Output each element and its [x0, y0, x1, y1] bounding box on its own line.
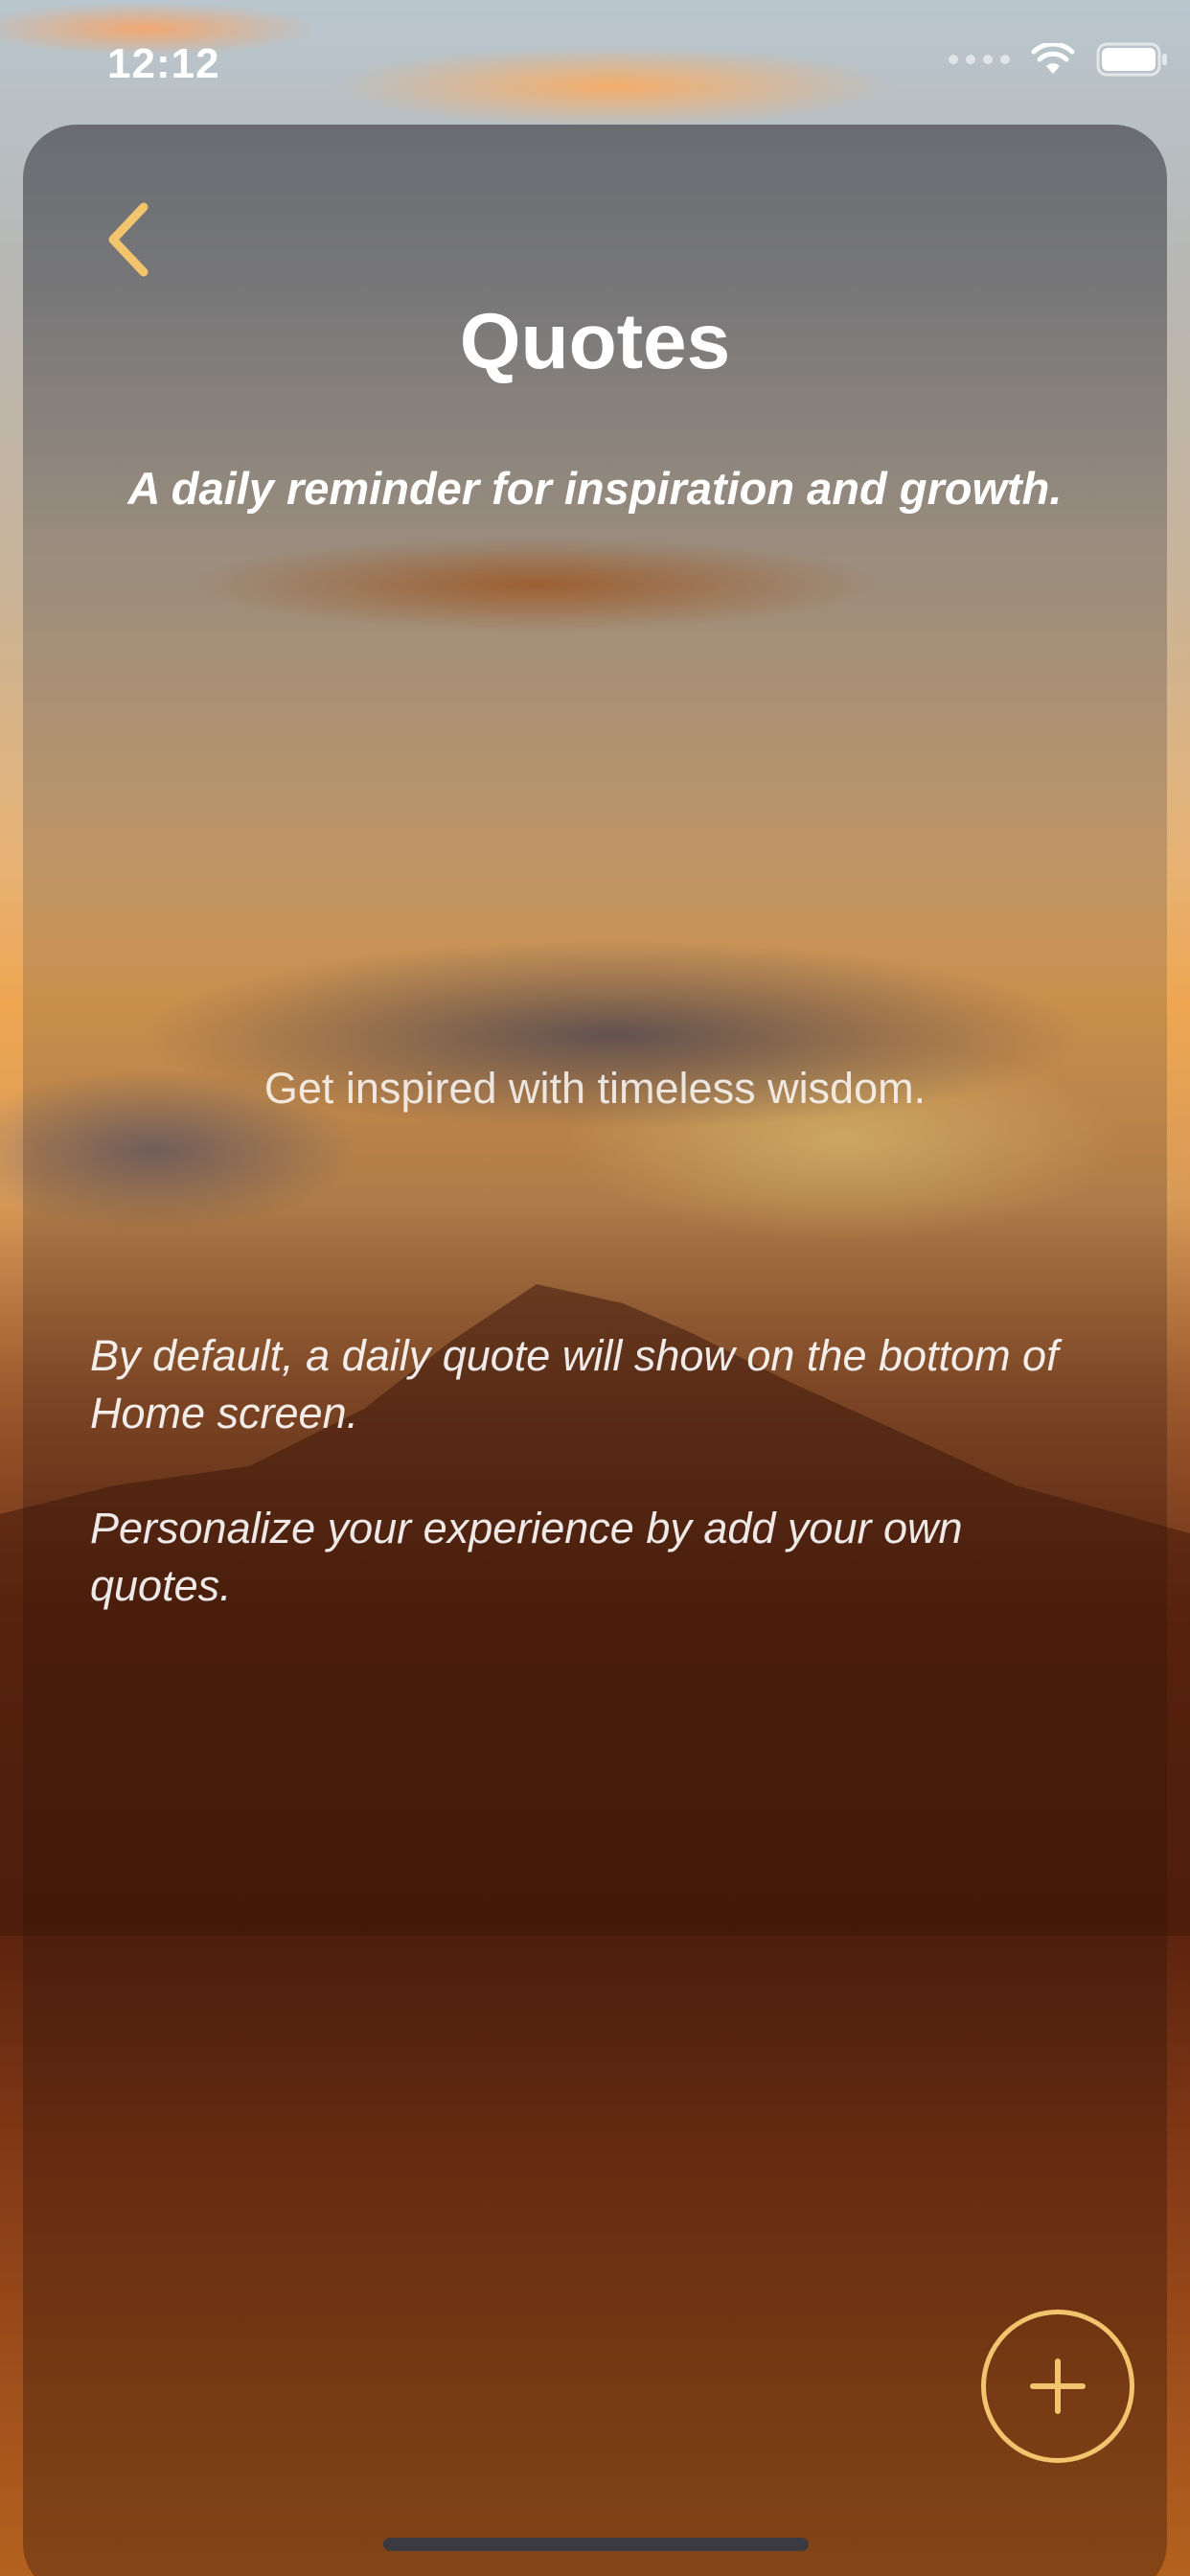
info-text-default: By default, a daily quote will show on t… — [90, 1331, 1059, 1438]
home-indicator — [383, 2538, 809, 2551]
status-icons — [949, 42, 1169, 77]
page-title: Quotes — [459, 298, 731, 385]
plus-icon — [1030, 2358, 1086, 2414]
tagline: Get inspired with timeless wisdom. — [263, 1064, 927, 1113]
quotes-sheet: Quotes A daily reminder for inspiration … — [23, 125, 1167, 2576]
wifi-icon — [1031, 43, 1075, 74]
page-subtitle: A daily reminder for inspiration and gro… — [127, 463, 1063, 514]
info-text-personalize: Personalize your experience by add your … — [90, 1504, 963, 1610]
signal-icon — [949, 55, 1010, 64]
status-time: 12:12 — [107, 40, 220, 87]
status-bar: 12:12 — [0, 0, 1190, 125]
chevron-left-icon — [108, 202, 149, 277]
back-button[interactable] — [90, 192, 167, 288]
battery-icon — [1096, 42, 1167, 77]
add-quote-button[interactable] — [981, 2310, 1134, 2463]
